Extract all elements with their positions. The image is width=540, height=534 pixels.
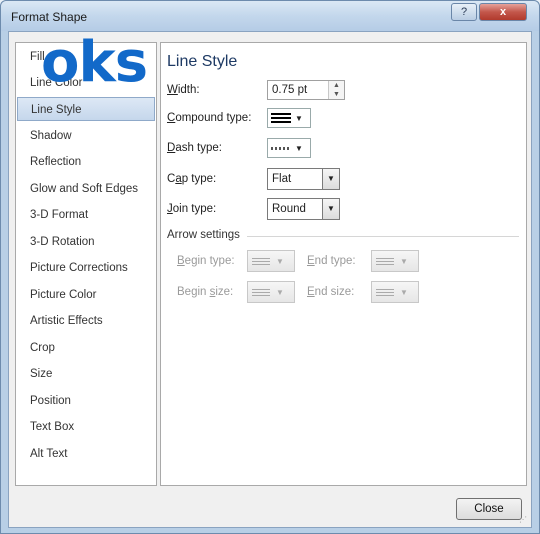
begin-type-picker[interactable]: ▼ <box>247 250 295 272</box>
nav-item-line-style[interactable]: Line Style <box>17 97 155 121</box>
help-button[interactable]: ? <box>451 3 477 21</box>
nav-item-glow-soft-edges[interactable]: Glow and Soft Edges <box>17 177 155 201</box>
begin-size-label: Begin size: <box>177 286 234 298</box>
nav-item-picture-corrections[interactable]: Picture Corrections <box>17 256 155 280</box>
chevron-down-icon: ▼ <box>276 287 284 297</box>
nav-item-size[interactable]: Size <box>17 362 155 386</box>
compound-type-label: Compound type: <box>167 112 252 124</box>
join-type-label: Join type: <box>167 203 217 215</box>
dash-pattern-icon <box>271 141 291 155</box>
arrow-settings-label: Arrow settings <box>167 229 240 241</box>
nav-item-3d-format[interactable]: 3-D Format <box>17 203 155 227</box>
width-spinner[interactable]: 0.75 pt ▲ ▼ <box>267 80 345 100</box>
panel-heading: Line Style <box>167 53 238 70</box>
begin-size-picker[interactable]: ▼ <box>247 281 295 303</box>
chevron-down-icon: ▼ <box>295 113 303 123</box>
end-type-label: End type: <box>307 255 356 267</box>
arrow-end-icon <box>376 255 394 267</box>
nav-item-alt-text[interactable]: Alt Text <box>17 442 155 466</box>
dash-type-picker[interactable]: ▼ <box>267 138 311 158</box>
arrow-size-icon <box>376 286 394 298</box>
cap-type-dropdown[interactable]: Flat ▼ <box>267 168 340 190</box>
width-value: 0.75 pt <box>272 84 308 96</box>
join-type-dropdown[interactable]: Round ▼ <box>267 198 340 220</box>
arrow-begin-icon <box>252 255 270 267</box>
cap-type-label: Cap type: <box>167 173 217 185</box>
chevron-down-icon: ▼ <box>276 256 284 266</box>
end-size-label: End size: <box>307 286 355 298</box>
section-divider <box>247 236 519 237</box>
category-list: Fill Line Color Line Style Shadow Reflec… <box>15 42 157 486</box>
close-button[interactable]: Close <box>456 498 522 520</box>
nav-item-3d-rotation[interactable]: 3-D Rotation <box>17 230 155 254</box>
dash-type-label: Dash type: <box>167 142 222 154</box>
watermark-text: oks <box>41 30 148 95</box>
resize-grip-icon[interactable]: ⋰ <box>519 515 529 525</box>
nav-item-text-box[interactable]: Text Box <box>17 415 155 439</box>
compound-type-picker[interactable]: ▼ <box>267 108 311 128</box>
end-type-picker[interactable]: ▼ <box>371 250 419 272</box>
nav-item-shadow[interactable]: Shadow <box>17 124 155 148</box>
width-label: Width: <box>167 84 200 96</box>
arrow-size-icon <box>252 286 270 298</box>
nav-item-picture-color[interactable]: Picture Color <box>17 283 155 307</box>
chevron-down-icon: ▼ <box>400 287 408 297</box>
window-close-button[interactable]: x <box>479 3 527 21</box>
chevron-down-icon: ▼ <box>400 256 408 266</box>
chevron-down-icon[interactable]: ▼ <box>322 199 339 219</box>
nav-item-artistic-effects[interactable]: Artistic Effects <box>17 309 155 333</box>
compound-lines-icon <box>271 111 291 125</box>
spinner-arrows-icon[interactable]: ▲ ▼ <box>328 81 344 99</box>
dialog-title: Format Shape <box>11 10 88 24</box>
line-style-panel: Line Style Width: 0.75 pt ▲ ▼ Compound ty… <box>160 42 527 486</box>
dialog-client: Fill Line Color Line Style Shadow Reflec… <box>8 31 532 528</box>
end-size-picker[interactable]: ▼ <box>371 281 419 303</box>
nav-item-crop[interactable]: Crop <box>17 336 155 360</box>
format-shape-dialog: Format Shape ? x Fill Line Color Line St… <box>0 0 540 534</box>
chevron-down-icon: ▼ <box>295 143 303 153</box>
chevron-down-icon[interactable]: ▼ <box>322 169 339 189</box>
nav-item-reflection[interactable]: Reflection <box>17 150 155 174</box>
title-bar: Format Shape ? x <box>1 1 539 31</box>
begin-type-label: Begin type: <box>177 255 235 267</box>
nav-item-position[interactable]: Position <box>17 389 155 413</box>
